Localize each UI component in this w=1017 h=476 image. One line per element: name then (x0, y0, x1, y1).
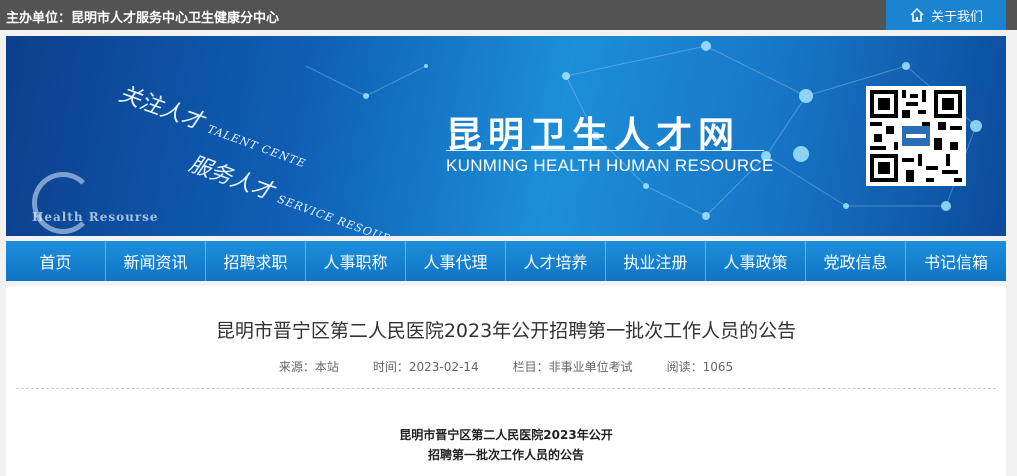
article-body-title-line2: 招聘第一批次工作人员的公告 (427, 448, 584, 462)
article-column: 栏目：非事业单位考试 (512, 360, 633, 374)
home-icon (910, 7, 924, 22)
nav-item-personnel-policy[interactable]: 人事政策 (706, 241, 806, 281)
article-reads: 阅读：1065 (666, 360, 734, 374)
top-bar: 主办单位：昆明市人才服务中心卫生健康分中心 关于我们 (0, 0, 1017, 30)
host-unit-text: 主办单位：昆明市人才服务中心卫生健康分中心 (6, 11, 280, 26)
nav-item-personnel-title[interactable]: 人事职称 (306, 241, 406, 281)
nav-item-party-info[interactable]: 党政信息 (806, 241, 906, 281)
site-banner: 关注人才 TALENT CENTE 服务人才 SERVICE RESOURCES… (6, 36, 1006, 236)
article-title: 昆明市晋宁区第二人民医院2023年公开招聘第一批次工作人员的公告 (215, 320, 797, 342)
meta-divider (16, 388, 996, 389)
qr-code-icon (866, 86, 966, 186)
nav-item-recruitment[interactable]: 招聘求职 (206, 241, 306, 281)
nav-item-talent-training[interactable]: 人才培养 (506, 241, 606, 281)
main-nav: 首页 新闻资讯 招聘求职 人事职称 人事代理 人才培养 执业注册 人事政策 党政… (6, 241, 1006, 281)
nav-item-news[interactable]: 新闻资讯 (106, 241, 206, 281)
nav-item-home[interactable]: 首页 (6, 241, 106, 281)
divider-line (446, 150, 764, 151)
article-meta: 来源：本站 时间：2023-02-14 栏目：非事业单位考试 阅读：1065 (6, 358, 1006, 375)
article-source: 来源：本站 (278, 360, 339, 374)
about-us-button[interactable]: 关于我们 (886, 0, 1006, 30)
site-name-en: KUNMING HEALTH HUMAN RESOURCE (446, 156, 774, 175)
article-time: 时间：2023-02-14 (372, 360, 479, 374)
logo-text: Health Resourse (32, 210, 159, 224)
about-us-label: 关于我们 (930, 9, 983, 25)
article-container: 昆明市晋宁区第二人民医院2023年公开招聘第一批次工作人员的公告 来源：本站 时… (6, 286, 1006, 476)
logo-icon (32, 172, 94, 234)
nav-item-secretary-mailbox[interactable]: 书记信箱 (906, 241, 1006, 281)
nav-item-license-registration[interactable]: 执业注册 (606, 241, 706, 281)
article-body-title-line1: 昆明市晋宁区第二人民医院2023年公开 (399, 428, 613, 442)
nav-item-personnel-agency[interactable]: 人事代理 (406, 241, 506, 281)
